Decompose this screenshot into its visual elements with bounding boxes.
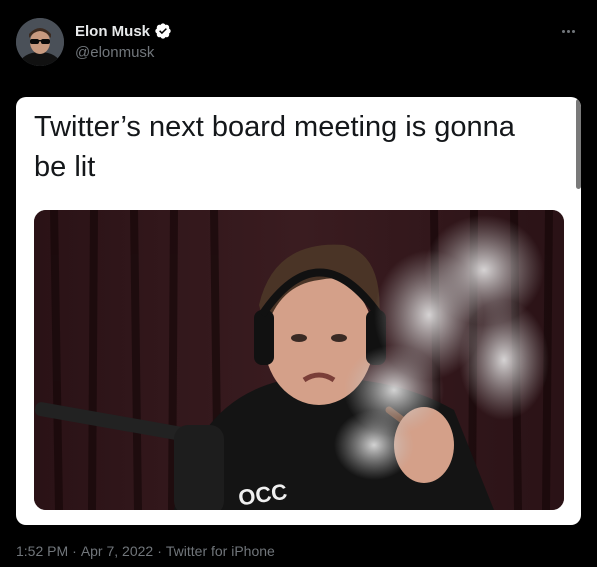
verified-badge-icon	[154, 22, 172, 40]
tweet-source[interactable]: Twitter for iPhone	[166, 543, 275, 559]
scrollbar[interactable]	[576, 99, 581, 189]
separator: ·	[72, 543, 77, 559]
tweet-caption: Twitter’s next board meeting is gonna be…	[34, 111, 515, 183]
avatar[interactable]	[16, 18, 64, 66]
photo-illustration: OCC	[34, 210, 564, 510]
author-display-name[interactable]: Elon Musk	[75, 23, 150, 40]
tweet-time[interactable]: 1:52 PM	[16, 543, 68, 559]
tweet-date[interactable]: Apr 7, 2022	[81, 543, 153, 559]
tweet-media-card[interactable]: Twitter’s next board meeting is gonna be…	[16, 97, 581, 525]
tweet-metadata: 1:52 PM · Apr 7, 2022 · Twitter for iPho…	[16, 543, 275, 559]
separator: ·	[157, 543, 162, 559]
tweet-photo[interactable]: OCC	[34, 210, 564, 510]
tweet-header: Elon Musk @elonmusk	[16, 18, 581, 70]
author-info: Elon Musk @elonmusk	[75, 22, 172, 61]
author-handle[interactable]: @elonmusk	[75, 44, 172, 61]
more-options-icon[interactable]	[557, 24, 579, 38]
avatar-image	[16, 18, 64, 66]
